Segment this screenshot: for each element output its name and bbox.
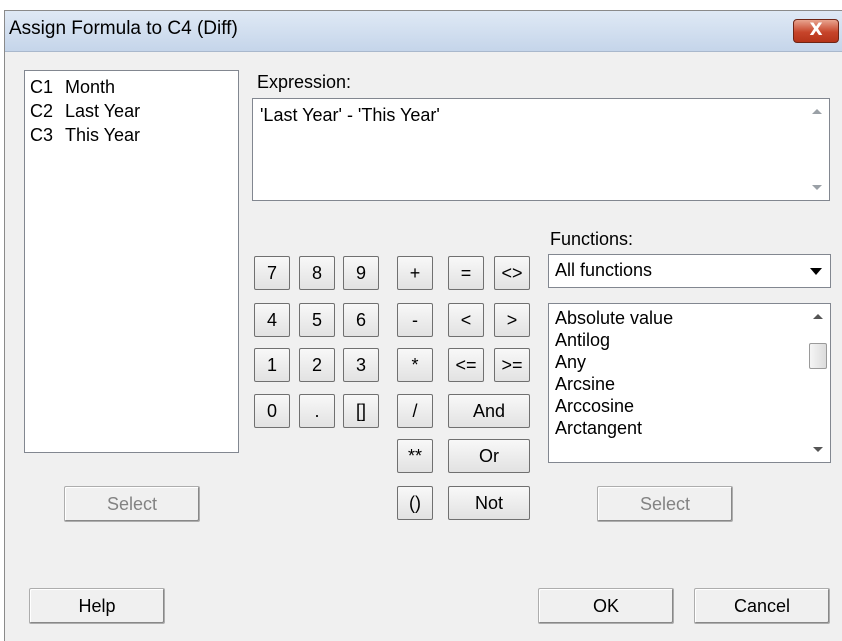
list-item[interactable]: C2 Last Year <box>30 99 238 123</box>
list-item[interactable]: Antilog <box>555 329 830 351</box>
expression-label: Expression: <box>257 72 352 92</box>
key-and[interactable]: And <box>448 394 530 428</box>
key-3[interactable]: 3 <box>343 348 379 382</box>
cancel-button[interactable]: Cancel <box>694 588 830 624</box>
expression-scrollbar[interactable] <box>806 100 828 199</box>
column-name: This Year <box>65 125 141 145</box>
function-list[interactable]: Absolute value Antilog Any Arcsine Arcco… <box>548 303 831 463</box>
functions-label: Functions: <box>550 229 634 249</box>
list-item[interactable]: C1 Month <box>30 75 238 99</box>
column-select-button[interactable]: Select <box>64 486 200 522</box>
column-name: Last Year <box>65 101 141 121</box>
column-name: Month <box>65 77 116 97</box>
function-select-button[interactable]: Select <box>597 486 733 522</box>
key-less-equal[interactable]: <= <box>448 348 484 382</box>
key-plus[interactable]: + <box>397 256 433 290</box>
function-category-select[interactable]: All functions <box>548 254 831 288</box>
key-not[interactable]: Not <box>448 486 530 520</box>
scroll-down-icon[interactable] <box>812 185 822 190</box>
function-category-value: All functions <box>555 260 653 280</box>
key-0[interactable]: 0 <box>254 394 290 428</box>
expression-value: 'Last Year' - 'This Year' <box>260 105 440 125</box>
dropdown-button[interactable] <box>803 256 829 286</box>
key-decimal[interactable]: . <box>299 394 335 428</box>
column-id: C2 <box>30 101 54 121</box>
key-greater-equal[interactable]: >= <box>494 348 530 382</box>
window-title: Assign Formula to C4 (Diff) <box>9 18 238 39</box>
scroll-up-icon[interactable] <box>812 109 822 114</box>
expression-input[interactable]: 'Last Year' - 'This Year' <box>252 98 830 201</box>
key-5[interactable]: 5 <box>299 303 335 337</box>
key-equals[interactable]: = <box>448 256 484 290</box>
column-id: C3 <box>30 125 54 145</box>
function-list-scrollbar[interactable] <box>807 305 829 461</box>
key-6[interactable]: 6 <box>343 303 379 337</box>
key-multiply[interactable]: * <box>397 348 433 382</box>
list-item[interactable]: Arcsine <box>555 373 830 395</box>
key-4[interactable]: 4 <box>254 303 290 337</box>
column-id: C1 <box>30 77 54 97</box>
ok-button[interactable]: OK <box>538 588 674 624</box>
list-item[interactable]: Absolute value <box>555 307 830 329</box>
key-brackets[interactable]: [] <box>343 394 379 428</box>
key-7[interactable]: 7 <box>254 256 290 290</box>
key-or[interactable]: Or <box>448 439 530 473</box>
column-list[interactable]: C1 Month C2 Last Year C3 This Year <box>24 70 239 453</box>
scroll-up-icon[interactable] <box>813 314 823 319</box>
list-item[interactable]: C3 This Year <box>30 123 238 147</box>
key-1[interactable]: 1 <box>254 348 290 382</box>
key-power[interactable]: ** <box>397 439 433 473</box>
list-item[interactable]: Any <box>555 351 830 373</box>
chevron-down-icon <box>810 268 822 275</box>
scroll-down-icon[interactable] <box>813 447 823 452</box>
scroll-thumb[interactable] <box>809 343 827 369</box>
key-2[interactable]: 2 <box>299 348 335 382</box>
key-8[interactable]: 8 <box>299 256 335 290</box>
title-bar: Assign Formula to C4 (Diff) X <box>5 11 842 52</box>
key-minus[interactable]: - <box>397 303 433 337</box>
key-parentheses[interactable]: () <box>397 486 433 520</box>
key-9[interactable]: 9 <box>343 256 379 290</box>
key-less-than[interactable]: < <box>448 303 484 337</box>
help-button[interactable]: Help <box>29 588 165 624</box>
key-greater-than[interactable]: > <box>494 303 530 337</box>
close-button[interactable]: X <box>793 19 839 43</box>
key-not-equal[interactable]: <> <box>494 256 530 290</box>
key-divide[interactable]: / <box>397 394 433 428</box>
list-item[interactable]: Arctangent <box>555 417 830 439</box>
list-item[interactable]: Arccosine <box>555 395 830 417</box>
